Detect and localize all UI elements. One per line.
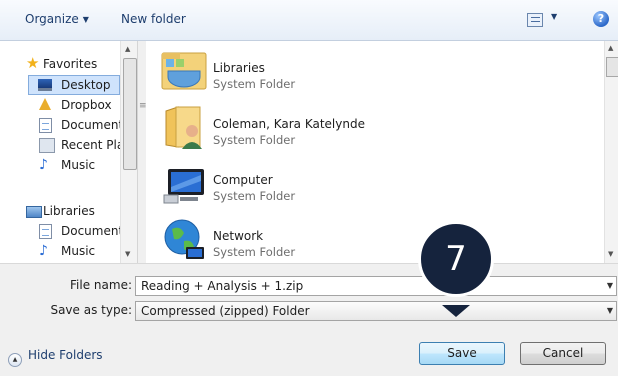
nav-item-libraries[interactable]: Libraries [0,202,120,220]
save-as-type-value: Compressed (zipped) Folder [141,304,310,318]
file-type: System Folder [213,245,296,259]
nav-item-favorites[interactable]: ★ Favorites [0,54,120,73]
music-note-icon: ♪ [39,243,48,259]
chevron-down-icon[interactable]: ▼ [607,302,613,320]
nav-item-label: Dropbox [61,98,112,112]
chevron-down-icon: ▼ [82,15,89,24]
organize-label: Organize [25,12,79,26]
scrollbar-thumb[interactable] [606,57,618,77]
file-item-user-folder[interactable]: Coleman, Kara Katelynde System Folder [160,103,460,157]
music-note-icon: ♪ [39,157,48,173]
file-name: Computer [213,173,273,187]
libraries-folder-icon [161,52,207,90]
save-button[interactable]: Save [419,342,505,365]
nav-item-library-documents[interactable]: Documents [0,222,129,240]
file-name-label: File name: [70,278,132,292]
chevron-up-icon: ▲ [8,353,22,367]
document-icon [39,118,52,133]
save-as-type-label: Save as type: [50,303,132,317]
file-name: Libraries [213,61,265,75]
file-name-value: Reading + Analysis + 1.zip [141,279,304,293]
scroll-down-icon[interactable]: ▼ [125,250,130,258]
toolbar: Organize ▼ New folder ▼ ? [0,0,618,41]
files-pane: Libraries System Folder Coleman, Kara Ka… [146,41,604,263]
nav-item-recent-places[interactable]: Recent Plac [0,136,131,154]
nav-item-label: Music [61,244,96,258]
libraries-icon [26,206,42,218]
hide-folders-button[interactable]: ▲ Hide Folders [8,348,103,367]
chevron-down-icon[interactable]: ▼ [607,277,613,295]
scroll-up-icon[interactable]: ▲ [125,45,130,53]
recent-places-icon [39,138,55,153]
nav-item-library-music[interactable]: ♪ Music [0,242,120,260]
step-number-badge: 7 [418,221,494,297]
file-type: System Folder [213,133,296,147]
desktop-icon [38,79,52,91]
save-as-dialog: Organize ▼ New folder ▼ ? ★ Favorites Des… [0,0,618,376]
file-name-input[interactable]: Reading + Analysis + 1.zip ▼ [135,276,617,296]
network-globe-icon [164,219,204,259]
navigation-pane: ★ Favorites Desktop Dropbox Documents Re… [0,41,138,263]
star-icon: ★ [26,54,40,72]
nav-item-music[interactable]: ♪ Music [0,156,120,174]
nav-item-label: Music [61,158,96,172]
nav-item-dropbox[interactable]: Dropbox [0,96,120,114]
file-name: Coleman, Kara Katelynde [213,117,365,131]
chevron-down-icon: ▼ [551,12,558,21]
pane-splitter[interactable]: ≡ [137,41,147,263]
help-icon[interactable]: ? [593,11,609,27]
scrollbar-thumb[interactable] [123,58,137,170]
files-scrollbar[interactable]: ▲ ▼ [604,41,618,263]
nav-item-desktop[interactable]: Desktop [28,75,120,95]
file-type: System Folder [213,77,296,91]
save-as-type-select[interactable]: Compressed (zipped) Folder ▼ [135,301,617,321]
nav-item-label: Favorites [43,57,98,71]
save-form: File name: Reading + Analysis + 1.zip ▼ … [0,263,618,376]
cancel-button[interactable]: Cancel [520,342,606,365]
hide-folders-label: Hide Folders [28,348,103,362]
step-callout: 7 [415,221,497,317]
file-name: Network [213,229,264,243]
view-details-icon [527,13,543,27]
file-item-libraries[interactable]: Libraries System Folder [160,47,460,101]
file-type: System Folder [213,189,296,203]
scroll-down-icon[interactable]: ▼ [608,250,613,258]
callout-pointer-icon [442,305,470,317]
computer-icon [163,169,204,204]
scroll-up-icon[interactable]: ▲ [608,44,613,52]
nav-scrollbar[interactable]: ▲ ▼ [120,41,138,263]
organize-menu-button[interactable]: Organize ▼ [25,12,89,26]
file-item-computer[interactable]: Computer System Folder [160,159,460,213]
user-folder-icon [165,106,202,149]
nav-item-label: Desktop [61,78,111,92]
dropbox-icon [39,98,51,110]
nav-item-label: Libraries [43,204,95,218]
change-view-button[interactable]: ▼ [527,12,563,28]
document-icon [39,224,52,239]
new-folder-button[interactable]: New folder [121,12,186,26]
nav-item-documents[interactable]: Documents [0,116,129,134]
